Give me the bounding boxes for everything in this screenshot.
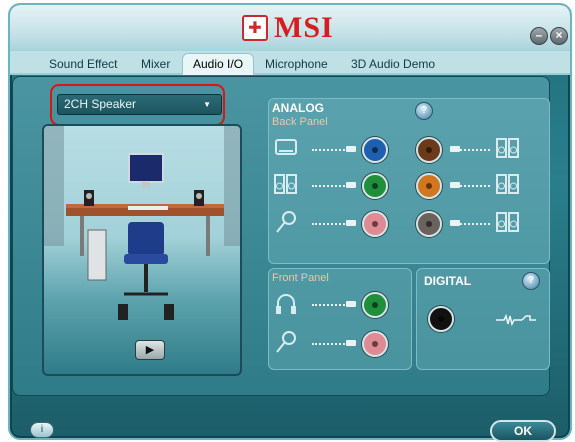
- front-panel-label: Front Panel: [272, 272, 329, 284]
- cable: [460, 149, 490, 151]
- tab-bar: Sound Effect Mixer Audio I/O Microphone …: [10, 51, 570, 75]
- help-button[interactable]: i: [30, 422, 54, 438]
- tab-microphone[interactable]: Microphone: [254, 53, 339, 75]
- spdif-signal-icon: [494, 308, 538, 332]
- info-icon[interactable]: ?: [415, 102, 433, 120]
- msi-logo: ✚ MSI: [242, 12, 334, 44]
- brand-name: MSI: [274, 11, 334, 44]
- cable: [312, 343, 348, 345]
- speaker-icon: [496, 172, 520, 196]
- tab-mixer[interactable]: Mixer: [130, 53, 181, 75]
- play-button[interactable]: ▶: [135, 340, 165, 360]
- chevron-down-icon: ▼: [203, 100, 211, 109]
- front-jack-pink[interactable]: [362, 331, 388, 357]
- plug-icon: [450, 220, 460, 226]
- cable: [460, 185, 490, 187]
- plug-icon: [346, 301, 356, 307]
- plug-icon: [346, 340, 356, 346]
- front-jack-green[interactable]: [362, 292, 388, 318]
- plug-icon: [346, 182, 356, 188]
- plug-icon: [450, 182, 460, 188]
- speaker-icon: [274, 172, 298, 196]
- plug-icon: [346, 220, 356, 226]
- speaker-setup-illustration: [42, 124, 242, 376]
- close-button[interactable]: ×: [550, 27, 568, 45]
- info-icon[interactable]: ?: [522, 272, 540, 290]
- digital-jack[interactable]: [428, 306, 454, 332]
- tab-sound-effect[interactable]: Sound Effect: [38, 53, 129, 75]
- back-panel-label: Back Panel: [272, 116, 328, 128]
- jack-gray[interactable]: [416, 211, 442, 237]
- microphone-icon: [274, 210, 298, 234]
- speaker-config-dropdown[interactable]: 2CH Speaker ▼: [57, 94, 222, 115]
- speaker-icon: [496, 210, 520, 234]
- tab-audio-io[interactable]: Audio I/O: [182, 53, 255, 75]
- cable: [312, 304, 348, 306]
- tab-3d-audio-demo[interactable]: 3D Audio Demo: [340, 53, 446, 75]
- digital-title: DIGITAL: [424, 274, 472, 288]
- room-illustration: [44, 126, 240, 320]
- msi-emblem-icon: ✚: [242, 15, 268, 41]
- cable: [312, 149, 348, 151]
- jack-orange[interactable]: [416, 173, 442, 199]
- cable: [460, 223, 490, 225]
- minimize-button[interactable]: –: [530, 27, 548, 45]
- cable: [312, 223, 348, 225]
- speaker-icon: [496, 136, 520, 160]
- jack-pink[interactable]: [362, 211, 388, 237]
- jack-green[interactable]: [362, 173, 388, 199]
- microphone-icon: [274, 330, 298, 354]
- line-in-icon: [274, 136, 298, 160]
- cable: [312, 185, 348, 187]
- plug-icon: [346, 146, 356, 152]
- headphone-icon: [274, 292, 298, 316]
- jack-blue[interactable]: [362, 137, 388, 163]
- ok-button[interactable]: OK: [490, 420, 556, 442]
- speaker-config-value: 2CH Speaker: [64, 97, 137, 111]
- analog-title: ANALOG: [272, 101, 324, 115]
- plug-icon: [450, 146, 460, 152]
- title-bar: ✚ MSI – ×: [10, 5, 570, 51]
- jack-brown[interactable]: [416, 137, 442, 163]
